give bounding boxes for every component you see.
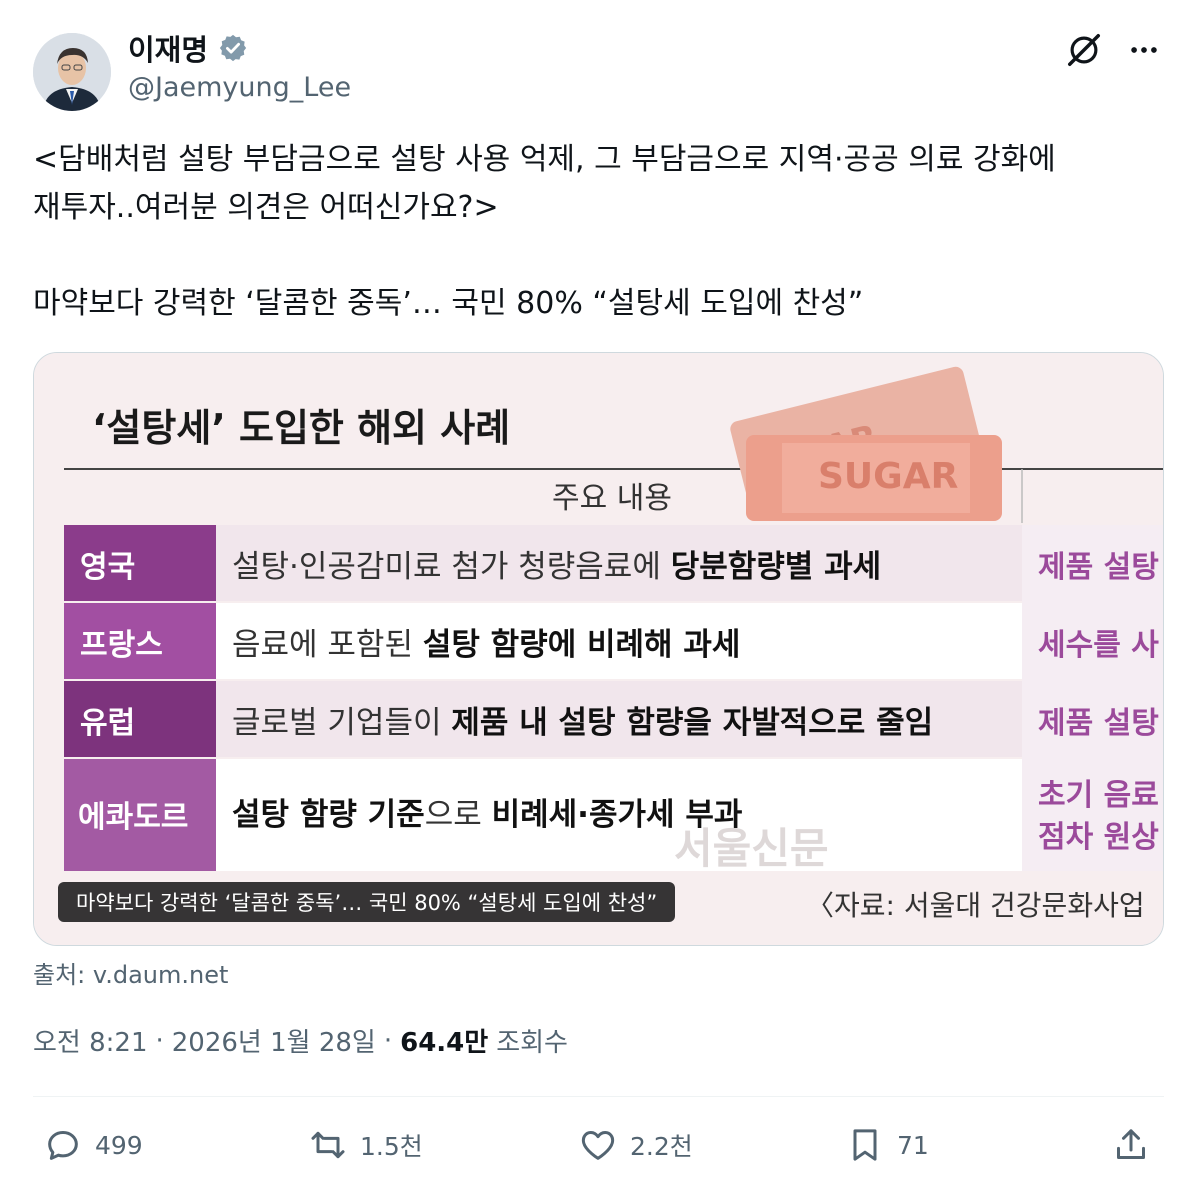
country-label: 유럽 [80, 706, 135, 741]
country-label: 에콰도르 [78, 800, 188, 835]
more-options-icon[interactable] [1124, 30, 1164, 70]
country-label: 영국 [80, 550, 135, 585]
tweet-time[interactable]: 오전 8:21 [33, 1022, 148, 1059]
repost-icon [311, 1131, 345, 1159]
right-column-text: 초기 음료 [1038, 778, 1159, 813]
bookmark-icon [853, 1129, 877, 1161]
divider [33, 1096, 1164, 1097]
tweet-date[interactable]: 2026년 1월 28일 [172, 1022, 376, 1059]
right-column-text: 제품 설탕 [1038, 550, 1159, 585]
avatar[interactable] [33, 33, 111, 111]
like-count: 2.2천 [630, 1132, 693, 1161]
card-source-note: 〈자료: 서울대 건강문화사업 [806, 889, 1145, 922]
bookmark-button[interactable]: 71 [845, 1118, 929, 1172]
source-link[interactable]: 출처: v.daum.net [33, 955, 228, 990]
reply-icon [48, 1131, 78, 1160]
media-card[interactable]: ‘설탕세’ 도입한 해외 사례 주요 내용 GAR SUGAR 영국 프랑스 유… [33, 352, 1164, 946]
reply-button[interactable]: 499 [43, 1118, 143, 1172]
grok-icon[interactable] [1064, 30, 1104, 70]
reply-count: 499 [95, 1130, 143, 1160]
share-icon [1117, 1129, 1145, 1159]
row-content: 글로벌 기업들이 제품 내 설탕 함량을 자발적으로 줄임 [232, 705, 933, 741]
country-label: 프랑스 [80, 628, 163, 663]
verified-badge-icon [219, 34, 247, 62]
row-content: 설탕·인공감미료 첨가 청량음료에 당분함량별 과세 [232, 549, 881, 585]
watermark: 서울신문 [674, 824, 829, 873]
heart-icon [581, 1131, 615, 1160]
row-content: 설탕 함량 기준으로 비례세·종가세 부과 [232, 797, 743, 833]
tweet-text: <담배처럼 설탕 부담금으로 설탕 사용 억제, 그 부담금으로 지역·공공 의… [33, 142, 1056, 321]
share-button[interactable] [1111, 1118, 1151, 1172]
repost-button[interactable]: 1.5천 [308, 1118, 423, 1172]
view-count: 64.4만 [400, 1028, 489, 1058]
column-header: 주요 내용 [552, 481, 672, 516]
author-name[interactable]: 이재명 [128, 27, 208, 69]
sugar-label: SUGAR [818, 456, 958, 497]
like-button[interactable]: 2.2천 [578, 1118, 693, 1172]
media-caption: 마약보다 강력한 ‘달콤한 중독’… 국민 80% “설탕세 도입에 찬성” [58, 882, 676, 922]
action-bar: 499 1.5천 2.2천 71 [33, 1118, 1164, 1172]
author-handle[interactable]: @Jaemyung_Lee [128, 72, 351, 103]
bookmark-count: 71 [897, 1130, 929, 1160]
tweet-meta: 오전 8:21 · 2026년 1월 28일 · 64.4만 조회수 [33, 1022, 568, 1059]
row-content: 음료에 포함된 설탕 함량에 비례해 과세 [232, 627, 740, 663]
right-column-text: 제품 설탕 [1038, 706, 1159, 741]
right-column-text: 세수를 사 [1038, 628, 1159, 663]
view-label: 조회수 [496, 1028, 568, 1058]
repost-count: 1.5천 [360, 1132, 423, 1161]
right-column-text: 점차 원상 [1038, 820, 1159, 855]
card-heading: ‘설탕세’ 도입한 해외 사례 [92, 406, 510, 450]
